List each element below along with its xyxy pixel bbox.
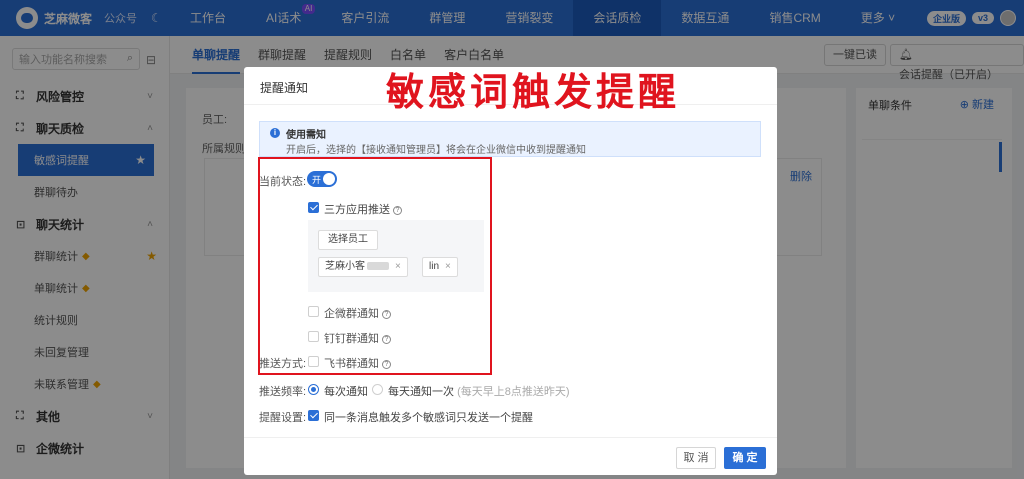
freq-daily-hint: (每天早上8点推送昨天)	[457, 386, 570, 398]
modal-title: 提醒通知	[260, 81, 309, 95]
push-frequency-label: 推送频率:	[259, 386, 307, 398]
notice-title: 使用需知	[286, 130, 326, 141]
remind-setting-label: 提醒设置:	[259, 412, 307, 424]
cancel-button[interactable]: 取 消	[676, 447, 716, 469]
modal-footer: 取 消 确 定	[244, 437, 777, 475]
annotation-title: 敏感词触发提醒	[386, 69, 681, 114]
notice-desc: 开启后，选择的【接收通知管理员】将会在企业微信中收到提醒通知	[286, 145, 586, 156]
freq-each-label: 每次通知	[324, 386, 368, 398]
usage-notice: i 使用需知 开启后，选择的【接收通知管理员】将会在企业微信中收到提醒通知	[259, 121, 761, 157]
confirm-button[interactable]: 确 定	[724, 447, 766, 469]
info-icon: i	[270, 128, 280, 138]
highlight-box	[258, 157, 492, 375]
freq-daily-label: 每天通知一次 (每天早上8点推送昨天)	[388, 386, 570, 398]
dedupe-label: 同一条消息触发多个敏感词只发送一个提醒	[324, 412, 533, 424]
dedupe-checkbox[interactable]	[308, 410, 319, 421]
freq-daily-radio[interactable]	[372, 384, 383, 395]
freq-each-radio[interactable]	[308, 384, 319, 395]
